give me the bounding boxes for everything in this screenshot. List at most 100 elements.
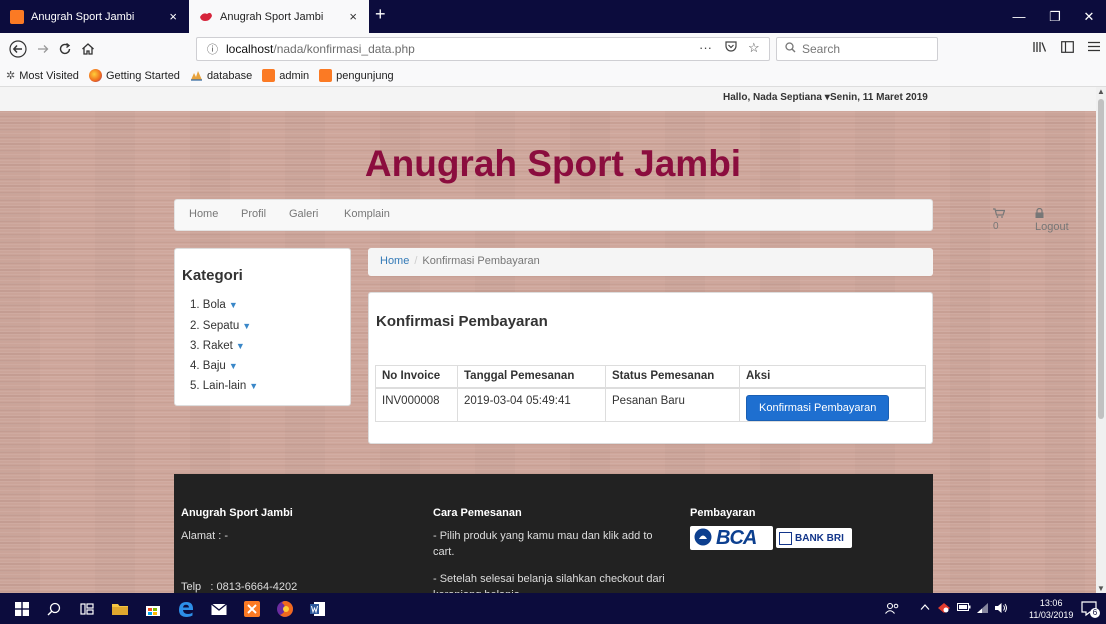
bookmark-pengunjung[interactable]: pengunjung (319, 69, 394, 82)
scroll-down-icon[interactable]: ▼ (1097, 584, 1105, 593)
nav-home[interactable]: Home (189, 208, 218, 220)
confirm-payment-button[interactable]: Konfirmasi Pembayaran (746, 394, 890, 421)
scroll-up-icon[interactable]: ▲ (1097, 87, 1105, 96)
reload-icon[interactable] (55, 39, 75, 59)
bookmark-label: Most Visited (19, 69, 79, 82)
logout-label: Logout (1035, 221, 1069, 233)
bca-emblem-icon (694, 528, 712, 549)
top-info-strip: Hallo, Nada Septiana ▾ Senin, 11 Maret 2… (0, 87, 1096, 111)
xampp-icon[interactable] (242, 599, 262, 619)
word-icon[interactable] (308, 599, 328, 619)
bookmark-most-visited[interactable]: ✲ Most Visited (6, 69, 79, 83)
search-placeholder: Search (802, 42, 841, 56)
pocket-icon[interactable] (725, 40, 737, 55)
edge-icon[interactable] (176, 599, 196, 619)
people-icon[interactable] (885, 602, 899, 617)
close-window-icon[interactable]: ✕ (1072, 0, 1106, 33)
category-label: 5. Lain-lain (190, 380, 247, 392)
mail-icon[interactable] (209, 599, 229, 619)
volume-icon[interactable] (994, 602, 1008, 617)
footer-store-name: Anugrah Sport Jambi (181, 507, 293, 519)
firefox-icon[interactable] (275, 599, 295, 619)
file-explorer-icon[interactable] (110, 599, 130, 619)
chevron-up-icon[interactable] (920, 602, 930, 614)
page-scrollbar[interactable]: ▲ ▼ (1096, 87, 1106, 593)
close-tab-icon[interactable]: × (349, 9, 357, 24)
menu-icon[interactable] (1088, 41, 1100, 55)
gear-icon: ✲ (6, 70, 16, 82)
database-icon (190, 69, 203, 82)
url-path: /nada/konfirmasi_data.php (273, 42, 415, 56)
breadcrumb: Home / Konfirmasi Pembayaran (368, 248, 933, 276)
bookmark-label: pengunjung (336, 69, 394, 82)
close-tab-icon[interactable]: × (169, 9, 177, 24)
security-icon[interactable] (937, 602, 951, 617)
category-label: 1. Bola (190, 299, 226, 311)
category-item-lain-lain[interactable]: 5. Lain-lain ▼ (190, 380, 258, 392)
task-view-icon[interactable] (77, 599, 97, 619)
bookmark-label: Getting Started (105, 69, 180, 82)
date-cell: 2019-03-04 05:49:41 (457, 387, 606, 422)
table-row: INV000008 2019-03-04 05:49:41 Pesanan Ba… (375, 387, 926, 422)
category-item-bola[interactable]: 1. Bola ▼ (190, 299, 238, 311)
user-menu-dropdown[interactable]: Hallo, Nada Septiana ▾ (723, 92, 830, 103)
status-cell: Pesanan Baru (605, 387, 740, 422)
xampp-icon (262, 69, 276, 82)
footer-phone: Telp : 0813-6664-4202 (181, 581, 298, 593)
scrollbar-thumb[interactable] (1098, 99, 1104, 419)
cart-icon (993, 208, 1006, 221)
nav-galeri[interactable]: Galeri (289, 208, 318, 220)
search-input[interactable]: Search (776, 37, 938, 61)
category-item-sepatu[interactable]: 2. Sepatu ▼ (190, 320, 251, 332)
bookmark-star-icon[interactable]: ☆ (748, 40, 760, 56)
current-date: Senin, 11 Maret 2019 (830, 92, 928, 103)
category-item-raket[interactable]: 3. Raket ▼ (190, 340, 245, 352)
bookmark-label: database (206, 69, 253, 82)
page-title: Konfirmasi Pembayaran (376, 313, 548, 330)
wifi-icon[interactable] (976, 602, 989, 617)
nav-profil[interactable]: Profil (241, 208, 266, 220)
back-icon[interactable] (8, 39, 28, 59)
url-bar[interactable]: ⓘ localhost/nada/konfirmasi_data.php ···… (196, 37, 770, 61)
minimize-icon[interactable]: — (1002, 0, 1036, 33)
orders-table: No Invoice Tanggal Pemesanan Status Peme… (375, 365, 926, 422)
main-navigation: Home Profil Galeri Komplain 0 Logout (174, 199, 1069, 233)
browser-tab[interactable]: Anugrah Sport Jambi × (0, 0, 189, 33)
restore-icon[interactable]: ❐ (1038, 0, 1072, 33)
site-title: Anugrah Sport Jambi (364, 143, 742, 184)
notification-center-icon[interactable]: 6 (1080, 599, 1100, 619)
search-icon[interactable] (44, 599, 64, 619)
table-header-row: No Invoice Tanggal Pemesanan Status Peme… (375, 365, 926, 389)
info-icon[interactable]: ⓘ (207, 41, 218, 57)
battery-icon[interactable] (957, 602, 971, 615)
tab-title: Anugrah Sport Jambi (220, 10, 324, 23)
windows-start-icon[interactable] (12, 599, 32, 619)
lock-icon (1035, 207, 1044, 221)
browser-tab-active[interactable]: Anugrah Sport Jambi × (189, 0, 369, 33)
store-icon[interactable] (143, 599, 163, 619)
page-actions-icon[interactable]: ··· (699, 40, 712, 55)
column-header: Status Pemesanan (605, 365, 740, 389)
home-icon[interactable] (78, 39, 98, 59)
invoice-cell: INV000008 (375, 387, 458, 422)
logout-link[interactable]: Logout (1035, 207, 1069, 233)
cart-link[interactable]: 0 (993, 208, 1006, 232)
breadcrumb-separator: / (414, 255, 418, 267)
new-tab-button[interactable]: + (375, 4, 386, 25)
bookmark-admin[interactable]: admin (262, 69, 309, 82)
category-item-baju[interactable]: 4. Baju ▼ (190, 360, 238, 372)
bookmark-getting-started[interactable]: Getting Started (88, 69, 180, 82)
sidebar-icon[interactable] (1061, 41, 1074, 56)
footer-address: Alamat : - (181, 530, 229, 542)
forward-icon[interactable] (33, 39, 53, 59)
breadcrumb-home[interactable]: Home (380, 255, 409, 267)
system-clock[interactable]: 13:06 11/03/2019 (1029, 597, 1073, 621)
library-icon[interactable] (1033, 41, 1047, 56)
category-label: 2. Sepatu (190, 320, 240, 332)
nav-komplain[interactable]: Komplain (344, 208, 390, 220)
bookmark-database[interactable]: database (190, 69, 252, 82)
clock-time: 13:06 (1039, 598, 1063, 608)
column-header: Tanggal Pemesanan (457, 365, 606, 389)
category-title: Kategori (182, 267, 243, 284)
bookmarks-bar: ✲ Most Visited Getting Started database … (0, 65, 1106, 87)
